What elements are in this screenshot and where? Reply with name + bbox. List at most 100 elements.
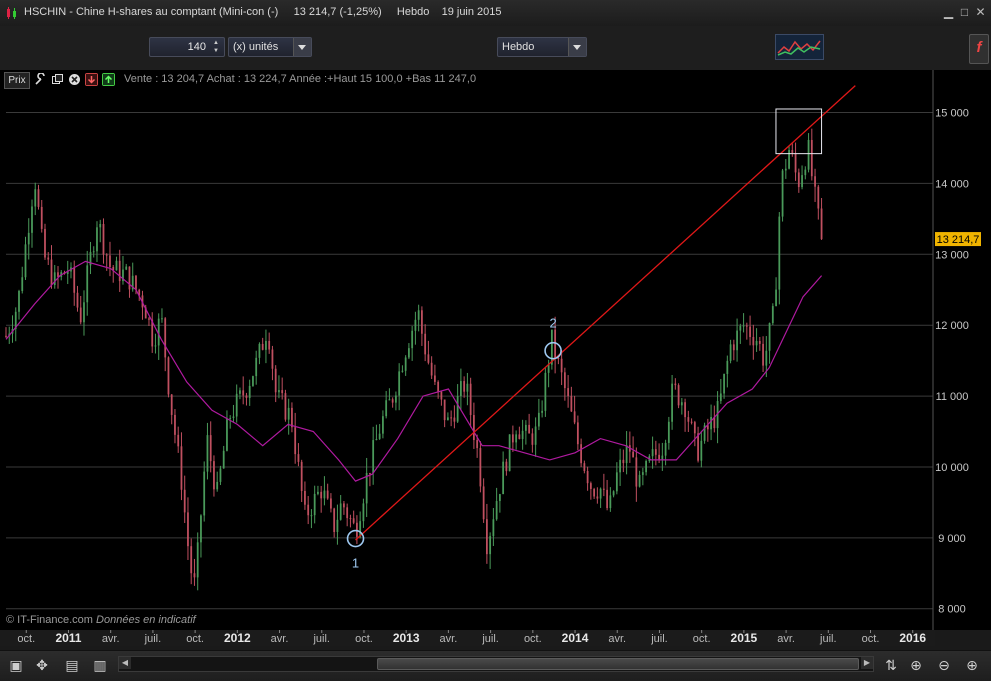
candle-body: [242, 390, 245, 396]
candle-body: [466, 383, 469, 392]
candle-body: [339, 503, 342, 520]
candle-body: [742, 325, 745, 327]
candle-body: [369, 472, 371, 474]
units-select-label: (x) unités: [233, 41, 279, 53]
candle-body: [401, 370, 404, 372]
candle-body: [34, 189, 37, 207]
candle-body: [333, 508, 336, 532]
candle-body: [313, 493, 316, 516]
x-tick-label: oct.: [186, 633, 204, 645]
candle-body: [375, 438, 378, 441]
instrument-name: HSCHIN - Chine H-shares au comptant (Min…: [24, 6, 279, 18]
quote-info: Vente : 13 204,7 Achat : 13 224,7 Année …: [124, 73, 477, 85]
chart-style-thumbnail[interactable]: [775, 34, 824, 60]
x-axis: oct. 2011 avr. juil. oct. 2012 avr. juil. oct. 20…: [0, 630, 935, 646]
wrench-icon[interactable]: [34, 73, 47, 86]
candle-body: [736, 330, 738, 351]
candle-body: [599, 488, 602, 499]
chart-window-icon[interactable]: ▣: [6, 655, 26, 675]
y-tick-label: 12 000: [935, 320, 969, 332]
function-icon[interactable]: f: [969, 34, 989, 64]
move-down-icon[interactable]: [85, 73, 98, 86]
candle-body: [183, 489, 186, 513]
chevron-down-icon[interactable]: [293, 38, 311, 56]
prix-button[interactable]: Prix: [4, 72, 30, 89]
zoom-in-icon[interactable]: ⊕: [962, 655, 982, 675]
candle-body: [229, 417, 232, 419]
scroll-right-icon[interactable]: ▶: [861, 657, 873, 669]
units-select[interactable]: (x) unités: [228, 37, 312, 57]
candle-body: [726, 360, 729, 374]
candle-body: [27, 232, 30, 245]
candle-body: [203, 471, 206, 516]
candle-body: [365, 472, 368, 504]
candle-body: [593, 488, 596, 497]
indicator-strip: f: [965, 26, 991, 70]
candle-body: [531, 433, 534, 445]
indicators-icon[interactable]: ▥: [90, 655, 110, 675]
candle-body: [583, 463, 586, 472]
period-select[interactable]: Hebdo: [497, 37, 587, 57]
x-tick-label: 2015: [731, 631, 758, 645]
candle-body: [268, 340, 271, 350]
candle-body: [44, 228, 46, 258]
chevron-down-icon[interactable]: [568, 38, 586, 56]
candle-body: [304, 490, 306, 505]
point-marker-label: 1: [352, 556, 359, 571]
chart-background: [0, 70, 991, 630]
crosshair-icon[interactable]: ✥: [32, 655, 52, 675]
chart-type-icon[interactable]: ⇅: [881, 655, 901, 675]
y-tick-label: 8 000: [938, 604, 966, 616]
candle-body: [40, 206, 43, 229]
candle-body: [687, 417, 690, 422]
candle-body: [209, 435, 212, 462]
title-bar: HSCHIN - Chine H-shares au comptant (Min…: [0, 0, 991, 27]
zoom-fit-icon[interactable]: ⊕: [906, 655, 926, 675]
candle-body: [521, 430, 524, 439]
candle-body: [680, 402, 683, 406]
candle-body: [674, 383, 677, 386]
remove-icon[interactable]: [68, 73, 81, 86]
close-icon[interactable]: ✕: [973, 5, 988, 20]
x-tick-label: juil.: [650, 633, 668, 645]
candle-body: [427, 354, 430, 363]
candle-body: [47, 257, 50, 260]
price-chart[interactable]: 1 2 15 000 14 000 13 000 12 000 11 000 10 000 9…: [0, 70, 991, 630]
candle-body: [645, 460, 647, 473]
candle-body: [109, 255, 111, 267]
scroll-left-icon[interactable]: ◀: [119, 657, 131, 669]
candle-body: [654, 449, 657, 455]
candle-body: [135, 275, 137, 290]
candle-body: [437, 381, 440, 392]
candle-body: [700, 440, 703, 461]
candle-body: [492, 519, 495, 537]
maximize-icon[interactable]: □: [957, 5, 972, 20]
spinner-arrows-icon[interactable]: ▲ ▼: [210, 39, 222, 55]
x-tick-label: juil.: [144, 633, 162, 645]
candle-body: [388, 399, 391, 401]
x-tick-label: juil.: [819, 633, 837, 645]
candle-body: [245, 395, 248, 398]
time-scrollbar[interactable]: ◀ ▶: [118, 656, 874, 672]
candle-body: [92, 251, 95, 253]
candle-body: [118, 260, 121, 282]
copy-icon[interactable]: [51, 73, 64, 86]
x-tick-label: juil.: [312, 633, 330, 645]
candle-body: [450, 417, 453, 419]
candle-body: [193, 573, 196, 578]
candle-body: [641, 472, 644, 475]
candle-body: [287, 407, 290, 420]
zoom-out-icon[interactable]: ⊖: [934, 655, 954, 675]
scroll-thumb[interactable]: [377, 658, 859, 670]
candle-body: [226, 418, 228, 451]
candle-body: [524, 424, 527, 431]
move-up-icon[interactable]: [102, 73, 115, 86]
candle-body: [814, 176, 816, 187]
candle-body: [352, 518, 355, 523]
candle-body: [567, 388, 570, 397]
candle-body: [528, 424, 531, 434]
minimize-icon[interactable]: ▁: [941, 5, 956, 20]
drawing-tools-icon[interactable]: ▤: [62, 655, 82, 675]
units-spinner[interactable]: 140 ▲ ▼: [149, 37, 225, 57]
candle-body: [434, 375, 436, 382]
